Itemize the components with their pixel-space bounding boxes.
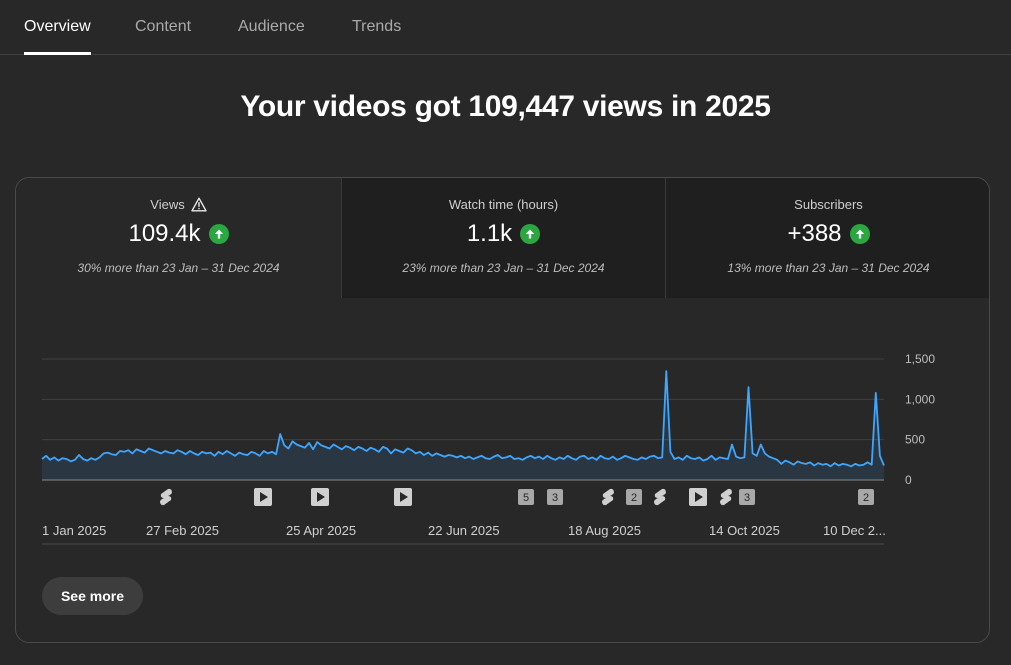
count-marker-label: 2 — [863, 492, 869, 504]
tab-overview[interactable]: Overview — [24, 18, 91, 36]
metric-views-value-row: 109.4k — [16, 220, 341, 248]
metric-subscribers-value-row: +388 — [666, 220, 989, 248]
shorts-icon — [602, 488, 614, 506]
metric-views-label-row: Views — [16, 197, 341, 212]
count-marker-label: 5 — [523, 492, 529, 504]
overview-card: Views 109.4k 30% more than 23 Jan – 31 D… — [15, 177, 990, 643]
x-tick-label: 10 Dec 2... — [823, 523, 886, 538]
x-tick-label: 25 Apr 2025 — [286, 523, 356, 538]
metric-subscribers-label-row: Subscribers — [666, 197, 989, 212]
tab-trends[interactable]: Trends — [352, 18, 401, 36]
metric-watch-time-value-row: 1.1k — [342, 220, 665, 248]
metric-comparison: 23% more than 23 Jan – 31 Dec 2024 — [402, 261, 605, 275]
metric-views[interactable]: Views 109.4k 30% more than 23 Jan – 31 D… — [16, 178, 341, 298]
metric-value: 109.4k — [128, 220, 201, 247]
metric-label: Subscribers — [794, 197, 863, 212]
y-tick-label: 500 — [905, 433, 925, 447]
see-more-button[interactable]: See more — [42, 577, 143, 615]
shorts-icon — [720, 488, 732, 506]
tab-audience[interactable]: Audience — [238, 18, 305, 36]
shorts-icon — [160, 488, 172, 506]
metric-comparison: 13% more than 23 Jan – 31 Dec 2024 — [727, 261, 930, 275]
metric-tabs: Views 109.4k 30% more than 23 Jan – 31 D… — [16, 178, 989, 298]
x-tick-label: 18 Aug 2025 — [568, 523, 641, 538]
arrow-up-icon — [208, 224, 229, 244]
arrow-up-icon — [849, 224, 870, 244]
views-line-chart[interactable]: 1,500 1,000 500 0 1 Jan 2025 27 Feb 2025 25 Ap… — [16, 298, 990, 568]
arrow-up-icon — [520, 224, 541, 244]
x-tick-label: 27 Feb 2025 — [146, 523, 219, 538]
metric-watch-time[interactable]: Watch time (hours) 1.1k 23% more than 23… — [341, 178, 665, 298]
y-tick-label: 1,500 — [905, 352, 935, 366]
warning-icon — [191, 197, 207, 212]
active-tab-indicator — [24, 52, 91, 55]
shorts-icon — [654, 488, 666, 506]
x-tick-label: 14 Oct 2025 — [709, 523, 780, 538]
count-marker-label: 2 — [631, 492, 637, 504]
x-tick-label: 1 Jan 2025 — [42, 523, 106, 538]
y-tick-label: 1,000 — [905, 392, 935, 406]
metric-label: Watch time (hours) — [448, 197, 559, 212]
metric-value: 1.1k — [466, 220, 513, 247]
metric-label: Views — [150, 197, 185, 212]
metric-watch-time-label-row: Watch time (hours) — [342, 197, 665, 212]
tab-bar: Overview Content Audience Trends — [0, 0, 1011, 55]
tab-content[interactable]: Content — [135, 18, 191, 36]
x-tick-label: 22 Jun 2025 — [428, 523, 500, 538]
count-marker-label: 3 — [744, 492, 750, 504]
metric-value: +388 — [787, 220, 842, 247]
count-marker-label: 3 — [552, 492, 558, 504]
metric-subscribers[interactable]: Subscribers +388 13% more than 23 Jan – … — [665, 178, 989, 298]
page-headline: Your videos got 109,447 views in 2025 — [240, 90, 771, 123]
y-tick-label: 0 — [905, 473, 912, 487]
series-line — [41, 370, 885, 468]
series-area — [42, 371, 884, 480]
metric-comparison: 30% more than 23 Jan – 31 Dec 2024 — [77, 261, 280, 275]
